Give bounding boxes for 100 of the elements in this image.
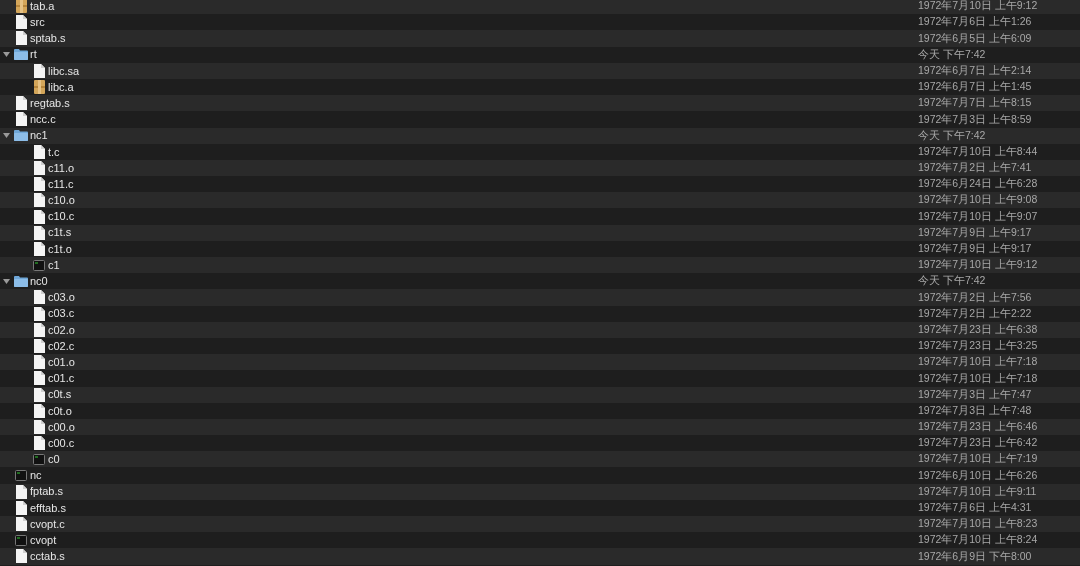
date-modified: 1972年7月10日 上午7:19 xyxy=(918,451,1038,467)
file-name: c11.o xyxy=(48,160,75,176)
date-modified: 1972年6月5日 上午6:09 xyxy=(918,30,1032,46)
date-modified: 今天 下午7:42 xyxy=(918,46,986,62)
file-name: c0t.s xyxy=(48,387,72,403)
date-modified: 1972年7月3日 上午7:47 xyxy=(918,386,1032,402)
document-icon xyxy=(33,290,45,305)
document-icon xyxy=(15,484,27,499)
file-name: libc.a xyxy=(48,79,74,95)
date-modified: 1972年7月10日 上午8:44 xyxy=(918,143,1038,159)
document-icon xyxy=(33,177,45,192)
file-name: rt xyxy=(30,47,37,63)
date-modified: 1972年7月2日 上午7:41 xyxy=(918,160,1032,176)
document-icon xyxy=(33,209,45,224)
file-name: c1 xyxy=(48,257,60,273)
document-icon xyxy=(33,355,45,370)
date-modified: 1972年6月7日 上午1:45 xyxy=(918,79,1032,95)
date-modified: 1972年7月23日 上午6:46 xyxy=(918,419,1038,435)
file-name: efftab.s xyxy=(30,500,66,516)
folder-icon xyxy=(14,275,28,287)
disclosure-triangle-icon[interactable] xyxy=(2,277,10,285)
file-name: c1t.s xyxy=(48,225,72,241)
file-name: c01.c xyxy=(48,371,75,387)
document-icon xyxy=(15,96,27,111)
file-name: c0 xyxy=(48,452,60,468)
date-modified: 1972年7月10日 上午8:24 xyxy=(918,532,1038,548)
document-icon xyxy=(33,387,45,402)
document-icon xyxy=(33,193,45,208)
document-icon xyxy=(33,403,45,418)
terminal-icon xyxy=(33,259,45,271)
document-icon xyxy=(33,322,45,337)
file-name: c00.c xyxy=(48,435,75,451)
document-icon xyxy=(33,419,45,434)
date-modified: 1972年7月9日 上午9:17 xyxy=(918,241,1032,257)
document-icon xyxy=(15,31,27,46)
date-modified: 1972年6月24日 上午6:28 xyxy=(918,176,1038,192)
date-modified: 1972年7月10日 上午9:12 xyxy=(918,0,1038,14)
file-name: cvopt xyxy=(30,533,57,549)
date-modified: 1972年7月23日 上午6:42 xyxy=(918,435,1038,451)
file-name: c02.o xyxy=(48,322,75,338)
document-icon xyxy=(33,339,45,354)
date-modified: 1972年7月9日 上午9:17 xyxy=(918,224,1032,240)
date-modified: 1972年6月9日 下午8:00 xyxy=(918,548,1032,564)
document-icon xyxy=(33,160,45,175)
file-name: c11.c xyxy=(48,176,74,192)
file-name: c03.o xyxy=(48,290,75,306)
date-modified: 1972年7月23日 上午3:25 xyxy=(918,338,1038,354)
date-modified: 1972年7月7日 上午8:15 xyxy=(918,95,1032,111)
file-name: libc.sa xyxy=(48,63,80,79)
file-name: c00.o xyxy=(48,419,75,435)
file-name: tab.a xyxy=(30,0,55,14)
date-modified: 今天 下午7:42 xyxy=(918,127,986,143)
date-modified: 1972年7月10日 上午7:18 xyxy=(918,354,1038,370)
document-icon xyxy=(15,500,27,515)
terminal-icon xyxy=(15,470,27,482)
file-name: cvopt.c xyxy=(30,516,65,532)
date-modified: 1972年7月10日 上午9:07 xyxy=(918,208,1038,224)
archive-icon xyxy=(33,80,45,95)
folder-icon xyxy=(14,130,28,142)
date-modified: 1972年7月6日 上午1:26 xyxy=(918,14,1032,30)
document-icon xyxy=(33,63,45,78)
document-icon xyxy=(33,241,45,256)
date-modified: 1972年7月2日 上午2:22 xyxy=(918,305,1032,321)
file-name: c01.o xyxy=(48,354,75,370)
document-icon xyxy=(15,15,27,30)
file-name: t.c xyxy=(48,144,60,160)
file-name: c10.c xyxy=(48,209,75,225)
file-name: sptab.s xyxy=(30,31,66,47)
date-modified: 1972年7月3日 上午8:59 xyxy=(918,111,1032,127)
terminal-icon xyxy=(33,453,45,465)
document-icon xyxy=(33,436,45,451)
date-modified: 1972年7月10日 上午8:23 xyxy=(918,516,1038,532)
date-modified: 1972年6月7日 上午2:14 xyxy=(918,62,1032,78)
file-name: fptab.s xyxy=(30,484,64,500)
date-modified: 1972年7月10日 上午7:18 xyxy=(918,370,1038,386)
disclosure-triangle-icon[interactable] xyxy=(2,51,10,59)
document-icon xyxy=(15,517,27,532)
file-name: regtab.s xyxy=(30,95,70,111)
document-icon xyxy=(33,371,45,386)
date-modified: 1972年7月3日 上午7:48 xyxy=(918,402,1032,418)
file-name: src xyxy=(30,15,45,31)
document-icon xyxy=(15,549,27,564)
document-icon xyxy=(33,306,45,321)
file-name: nc1 xyxy=(30,128,48,144)
disclosure-triangle-icon[interactable] xyxy=(2,132,10,140)
file-name: cctab.s xyxy=(30,549,65,565)
file-name: c02.c xyxy=(48,338,75,354)
archive-icon xyxy=(15,0,27,14)
document-icon xyxy=(15,112,27,127)
date-modified: 1972年6月10日 上午6:26 xyxy=(918,467,1038,483)
document-icon xyxy=(33,144,45,159)
file-name: ncc.c xyxy=(30,112,56,128)
date-modified: 1972年7月6日 上午4:31 xyxy=(918,500,1032,516)
date-modified: 1972年7月10日 上午9:08 xyxy=(918,192,1038,208)
folder-icon xyxy=(14,49,28,61)
date-modified: 1972年7月23日 上午6:38 xyxy=(918,321,1038,337)
file-name: c10.o xyxy=(48,193,75,209)
date-modified: 1972年7月10日 上午9:12 xyxy=(918,257,1038,273)
terminal-icon xyxy=(15,534,27,546)
file-name: c1t.o xyxy=(48,241,72,257)
